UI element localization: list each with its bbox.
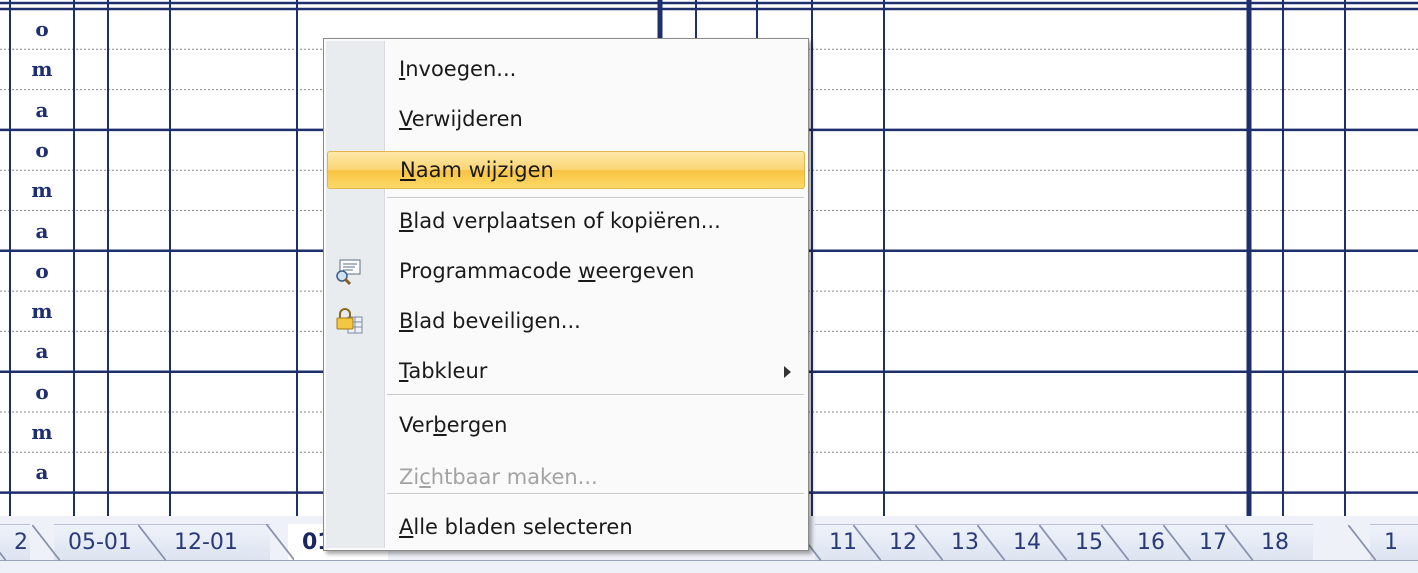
row-label: a bbox=[35, 218, 49, 243]
row-label: o bbox=[35, 17, 49, 41]
sheet-tab[interactable]: 2 bbox=[0, 524, 30, 561]
menu-item-label: Tabkleur bbox=[399, 359, 488, 383]
row-label: m bbox=[31, 299, 53, 324]
menu-item-label: Invoegen... bbox=[399, 57, 517, 81]
row-label: m bbox=[31, 178, 53, 203]
menu-item[interactable]: Blad verplaatsen of kopiëren... bbox=[327, 203, 805, 241]
menu-item[interactable]: Verbergen bbox=[327, 407, 805, 445]
row-label: o bbox=[35, 258, 49, 283]
menu-item-label: Zichtbaar maken... bbox=[399, 465, 598, 489]
menu-item[interactable]: Invoegen... bbox=[327, 51, 805, 89]
menu-separator bbox=[387, 197, 804, 199]
row-label: a bbox=[35, 97, 49, 122]
sheet-tab[interactable]: 18 bbox=[1225, 524, 1313, 561]
menu-item-label: Verbergen bbox=[399, 413, 508, 437]
menu-item[interactable]: Naam wijzigen bbox=[327, 151, 805, 189]
context-menu: Invoegen... Verwijderen Naam wijzigen Blad … bbox=[323, 38, 809, 551]
row-label: o bbox=[35, 379, 49, 404]
row-label: a bbox=[35, 339, 49, 364]
menu-item[interactable]: Tabkleur bbox=[327, 353, 805, 391]
menu-item: Zichtbaar maken... bbox=[327, 459, 805, 497]
menu-item-label: Blad beveiligen... bbox=[399, 309, 581, 333]
menu-item-label: Alle bladen selecteren bbox=[399, 515, 633, 539]
row-label: m bbox=[31, 57, 53, 82]
sheet-tab[interactable]: 1 bbox=[1348, 524, 1418, 561]
protect-sheet-icon bbox=[334, 307, 364, 337]
tab-bar-baseline bbox=[0, 560, 1418, 561]
menu-item[interactable]: Programmacode weergeven bbox=[327, 253, 805, 291]
menu-item[interactable]: Blad beveiligen... bbox=[327, 303, 805, 341]
submenu-arrow-icon bbox=[784, 366, 791, 378]
row-label: m bbox=[31, 420, 53, 444]
view-code-icon bbox=[334, 257, 364, 287]
menu-separator bbox=[387, 493, 804, 495]
sheet-tab[interactable]: 12-01 bbox=[138, 524, 270, 561]
menu-item-label: Verwijderen bbox=[399, 107, 523, 131]
menu-item[interactable]: Alle bladen selecteren bbox=[327, 509, 805, 547]
menu-item-label: Blad verplaatsen of kopiëren... bbox=[399, 209, 721, 233]
menu-item[interactable]: Verwijderen bbox=[327, 101, 805, 139]
row-label: o bbox=[35, 137, 49, 162]
menu-item-label: Programmacode weergeven bbox=[399, 259, 695, 283]
row-label: a bbox=[35, 460, 49, 485]
menu-item-label: Naam wijzigen bbox=[400, 158, 554, 182]
menu-separator bbox=[387, 394, 804, 396]
